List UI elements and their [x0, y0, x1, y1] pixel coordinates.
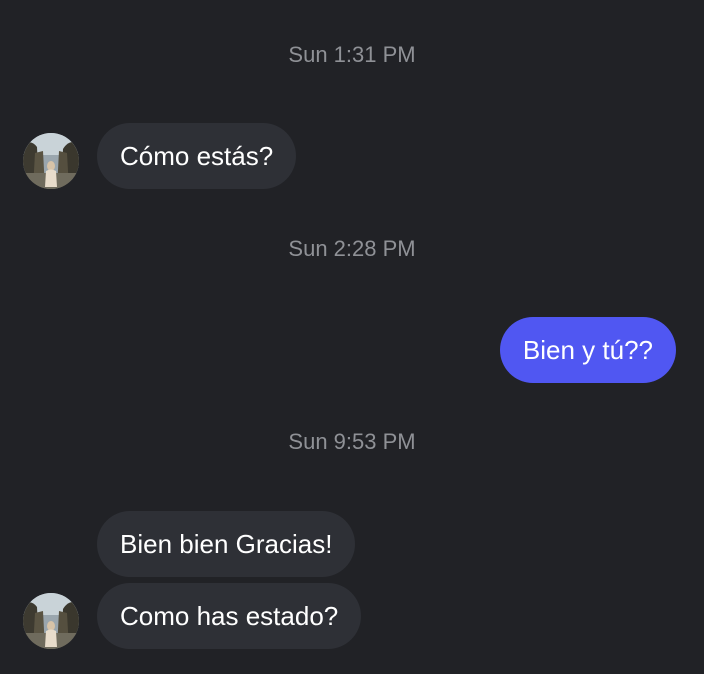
- incoming-message-bubble[interactable]: Bien bien Gracias!: [97, 511, 356, 577]
- timestamp: Sun 1:31 PM: [288, 42, 416, 67]
- avatar-photo-icon: [23, 593, 79, 649]
- incoming-message-bubble[interactable]: Como has estado?: [97, 583, 362, 649]
- incoming-message-bubble[interactable]: Cómo estás?: [97, 123, 297, 189]
- timestamp: Sun 2:28 PM: [288, 236, 416, 261]
- outgoing-message-bubble[interactable]: Bien y tú??: [499, 317, 676, 383]
- contact-avatar[interactable]: [23, 593, 79, 649]
- contact-avatar[interactable]: [23, 133, 79, 189]
- timestamp: Sun 9:53 PM: [288, 429, 416, 454]
- avatar-photo-icon: [23, 133, 79, 189]
